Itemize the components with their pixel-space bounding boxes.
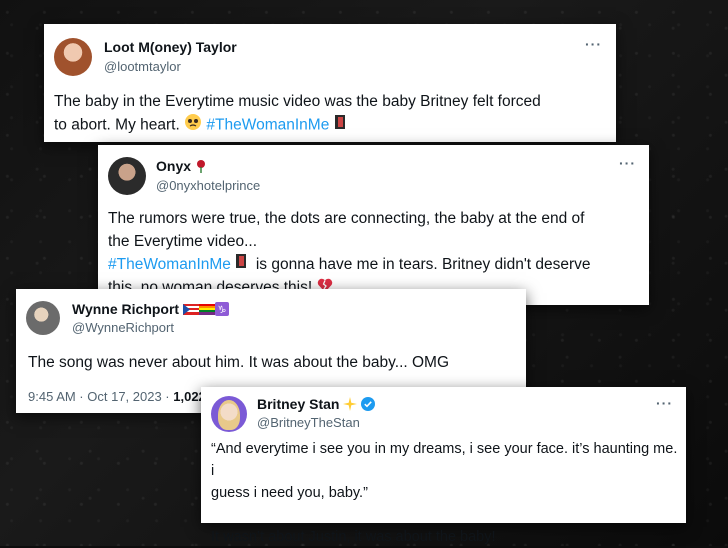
verified-badge-icon [361, 396, 376, 414]
rose-icon [195, 159, 207, 176]
display-name[interactable]: Onyx [156, 158, 207, 176]
avatar[interactable] [54, 38, 92, 76]
hashtag-link[interactable]: #TheWomanInMe [206, 117, 329, 134]
tweet-text: The rumors were true, the dots are conne… [108, 207, 640, 300]
more-options-icon[interactable]: ··· [619, 155, 636, 171]
user-handle[interactable]: @lootmtaylor [104, 59, 181, 74]
tweet-text-part: is gonna have me in tears. Britney didn'… [255, 256, 591, 273]
display-name[interactable]: Loot M(oney) Taylor [104, 39, 237, 55]
tweet-text-spacer [211, 504, 679, 526]
avatar[interactable] [211, 396, 247, 432]
tweet-text-line: to abort. My heart. #TheWomanInMe [54, 113, 606, 138]
tweet-text-line: the Everytime video... [108, 233, 258, 250]
tweet-text-line: guess i need you, baby.” [211, 485, 368, 501]
display-name-text: Britney Stan [257, 396, 340, 412]
tweet-text-line: The baby in the Everytime music video wa… [54, 93, 541, 110]
tweet-text-line: It wasn’t about Justin, it was about the… [211, 529, 496, 545]
rainbow-flag-icon [198, 302, 215, 318]
tweet-text: The song was never about him. It was abo… [28, 354, 450, 371]
pleading-face-icon [184, 113, 202, 138]
book-icon [235, 253, 247, 276]
avatar[interactable] [108, 157, 146, 195]
hashtag-link[interactable]: #TheWomanInMe [108, 256, 231, 273]
tweet-text-line: #TheWomanInMe is gonna have me in tears.… [108, 253, 640, 276]
more-options-icon[interactable]: ··· [585, 36, 602, 52]
more-options-icon[interactable]: ··· [656, 395, 673, 411]
timestamp-text: 9:45 AM · Oct 17, 2023 · [28, 389, 174, 404]
display-name-text: Onyx [156, 158, 192, 174]
avatar-inner [218, 400, 240, 430]
sparkles-icon [343, 396, 358, 414]
tweet-card-onyx[interactable]: Onyx @0nyxhotelprince ··· The rumors wer… [98, 145, 649, 305]
tweet-text-line: The rumors were true, the dots are conne… [108, 210, 585, 227]
tweet-card-britney-stan[interactable]: Britney Stan @BritneyTheStan ··· “And ev… [201, 387, 686, 545]
user-handle[interactable]: @BritneyTheStan [257, 415, 360, 430]
tweet-text: The baby in the Everytime music video wa… [54, 90, 606, 138]
tweet-text: “And everytime i see you in my dreams, i… [211, 438, 679, 548]
display-name[interactable]: Britney Stan [257, 396, 376, 414]
svg-text:♑: ♑ [217, 305, 226, 316]
user-handle[interactable]: @0nyxhotelprince [156, 178, 260, 193]
display-name[interactable]: Wynne Richport ♑ [72, 301, 229, 319]
tweet-card-loot[interactable]: Loot M(oney) Taylor @lootmtaylor ··· The… [44, 24, 616, 142]
display-name-text: Wynne Richport [72, 301, 180, 317]
book-icon [334, 114, 346, 137]
timestamp[interactable]: 9:45 AM · Oct 17, 2023 · 1,022 [28, 389, 206, 404]
tweet-text-part: to abort. My heart. [54, 116, 185, 134]
capricorn-icon: ♑ [214, 301, 229, 319]
tweet-text-line: “And everytime i see you in my dreams, i… [211, 441, 678, 479]
user-handle[interactable]: @WynneRichport [72, 320, 174, 335]
flag-icon [182, 302, 199, 318]
avatar[interactable] [26, 301, 60, 335]
